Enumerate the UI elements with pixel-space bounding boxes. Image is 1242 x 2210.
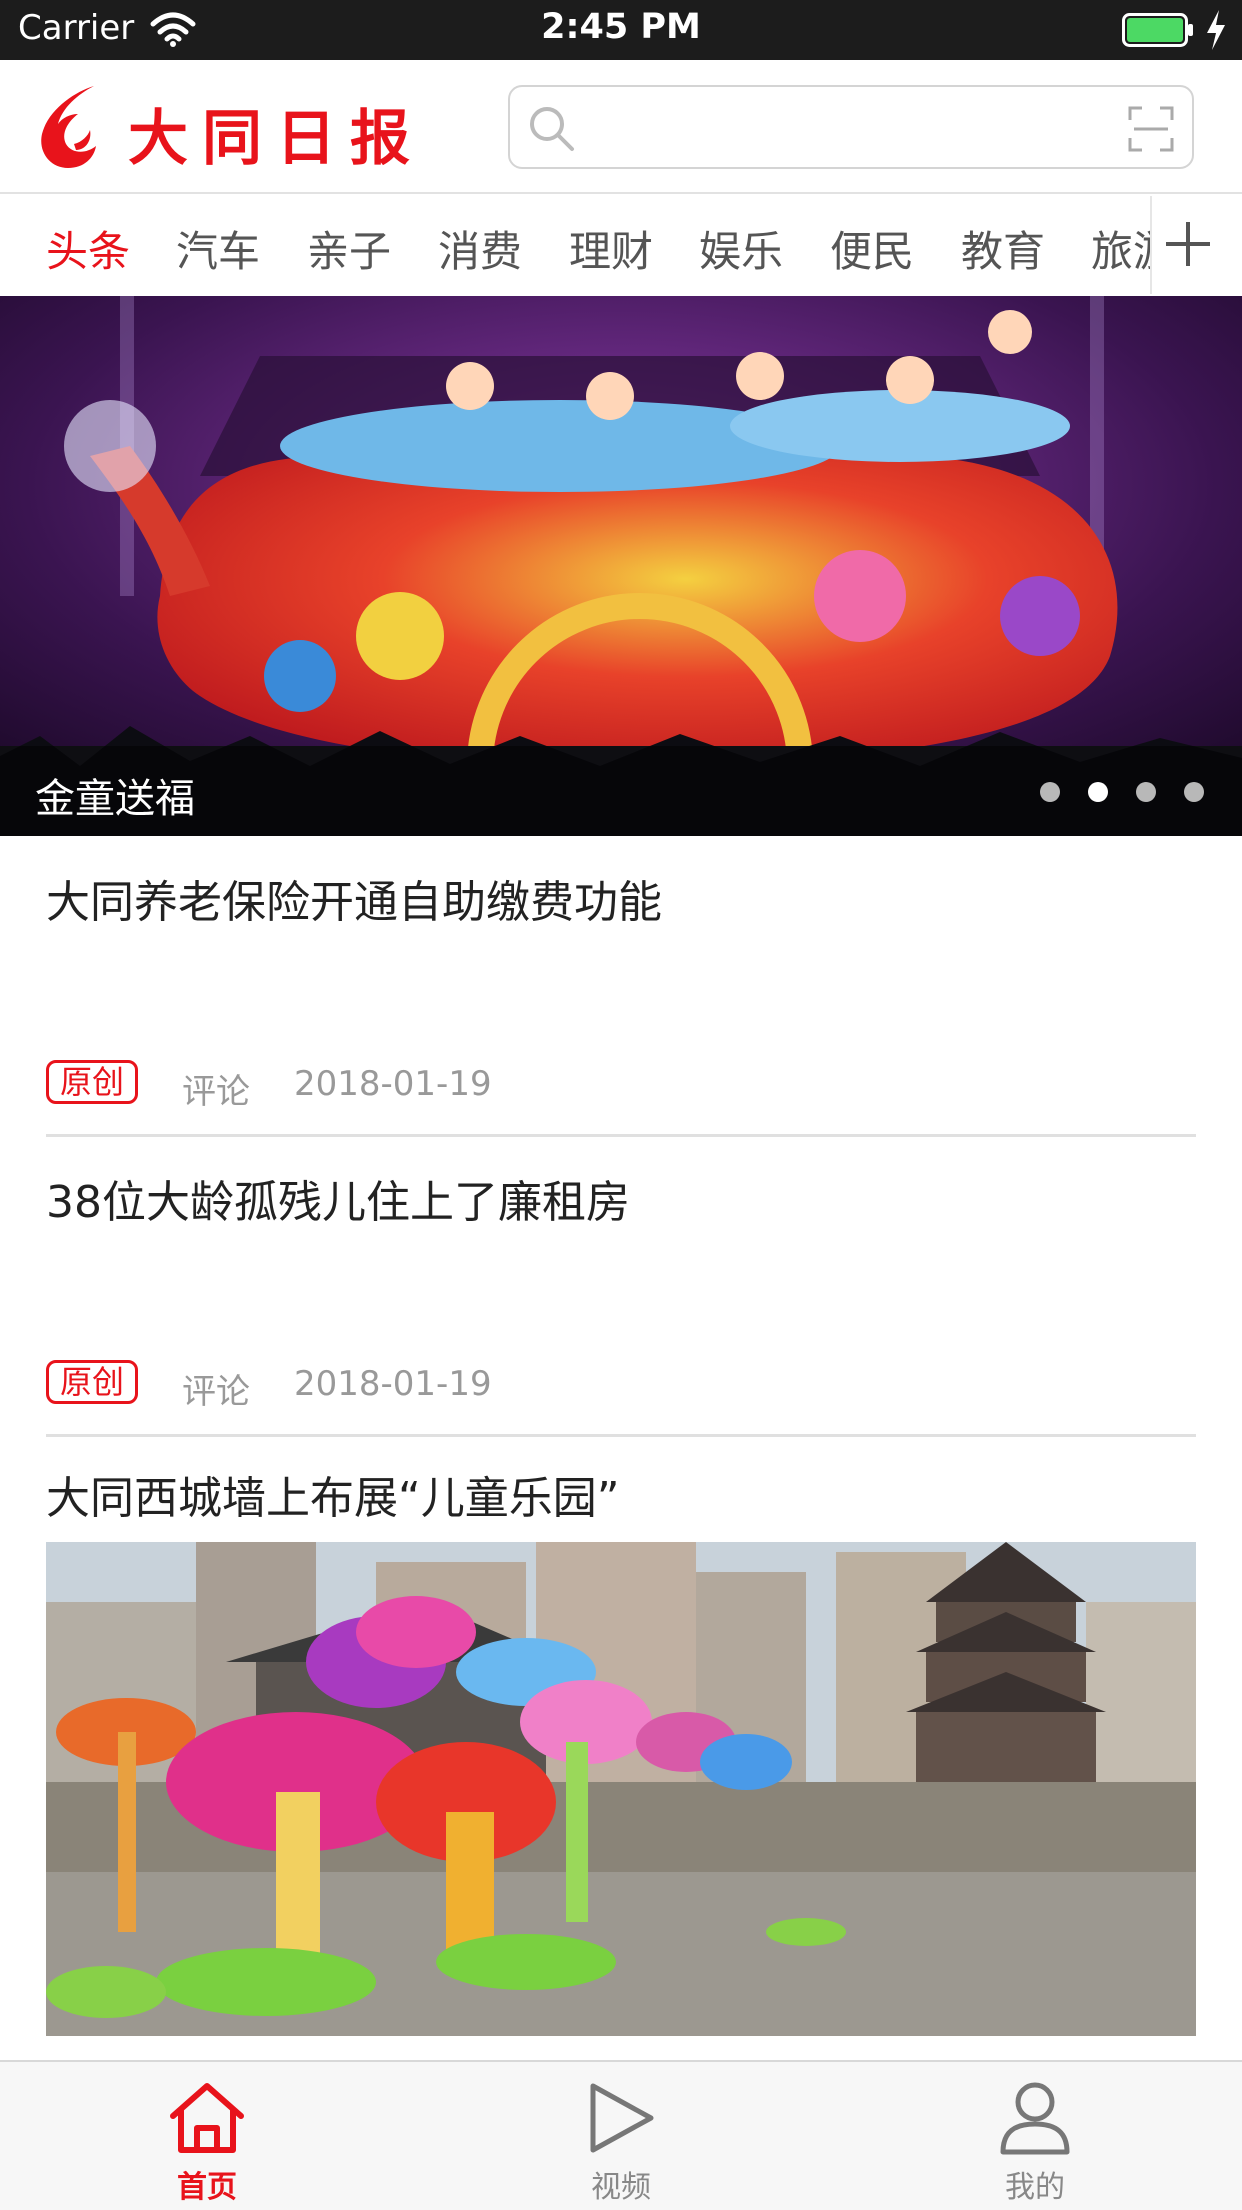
app-title: 大同日报 xyxy=(128,104,424,174)
news-title[interactable]: 大同养老保险开通自助缴费功能 xyxy=(46,866,662,930)
status-time: 2:45 PM xyxy=(541,7,701,47)
tab-public-service[interactable]: 便民 xyxy=(830,218,914,279)
divider xyxy=(46,1134,1196,1137)
scan-icon[interactable] xyxy=(1128,106,1174,152)
original-tag: 原创 xyxy=(46,1360,138,1404)
tab-education[interactable]: 教育 xyxy=(961,218,1045,279)
plus-icon[interactable] xyxy=(1162,218,1214,270)
carousel-caption: 金童送福 xyxy=(35,776,195,822)
carousel-dot-4[interactable] xyxy=(1184,782,1204,802)
flame-logo-icon xyxy=(41,86,96,168)
news-title[interactable]: 大同西城墙上布展“儿童乐园” xyxy=(46,1462,620,1526)
search-icon[interactable] xyxy=(526,103,576,153)
news-thumbnail-image[interactable] xyxy=(46,1542,1196,2036)
carousel-dot-3[interactable] xyxy=(1136,782,1156,802)
tab-consumer[interactable]: 消费 xyxy=(438,218,522,279)
tab-entertainment[interactable]: 娱乐 xyxy=(699,218,783,279)
carousel-dot-1[interactable] xyxy=(1040,782,1060,802)
divider xyxy=(46,1434,1196,1437)
search-input[interactable] xyxy=(508,85,1194,169)
nav-label-mine[interactable]: 我的 xyxy=(965,2162,1105,2206)
home-icon[interactable] xyxy=(167,2080,247,2156)
tab-finance[interactable]: 理财 xyxy=(569,218,653,279)
news-title[interactable]: 38位大龄孤残儿住上了廉租房 xyxy=(46,1166,630,1230)
charging-bolt-icon xyxy=(1207,10,1225,50)
battery-full-icon xyxy=(1122,13,1193,47)
news-date: 2018-01-19 xyxy=(294,1364,492,1404)
play-icon[interactable] xyxy=(581,2080,661,2156)
original-tag: 原创 xyxy=(46,1060,138,1104)
comment-label[interactable]: 评论 xyxy=(182,1364,250,1413)
nav-label-home[interactable]: 首页 xyxy=(137,2162,277,2206)
tab-headlines[interactable]: 头条 xyxy=(46,218,130,279)
user-icon[interactable] xyxy=(995,2080,1075,2156)
comment-label[interactable]: 评论 xyxy=(182,1064,250,1113)
nav-label-video[interactable]: 视频 xyxy=(551,2162,691,2206)
carousel-dot-2[interactable] xyxy=(1088,782,1108,802)
tab-auto[interactable]: 汽车 xyxy=(176,218,260,279)
tab-parenting[interactable]: 亲子 xyxy=(307,218,391,279)
news-date: 2018-01-19 xyxy=(294,1064,492,1104)
